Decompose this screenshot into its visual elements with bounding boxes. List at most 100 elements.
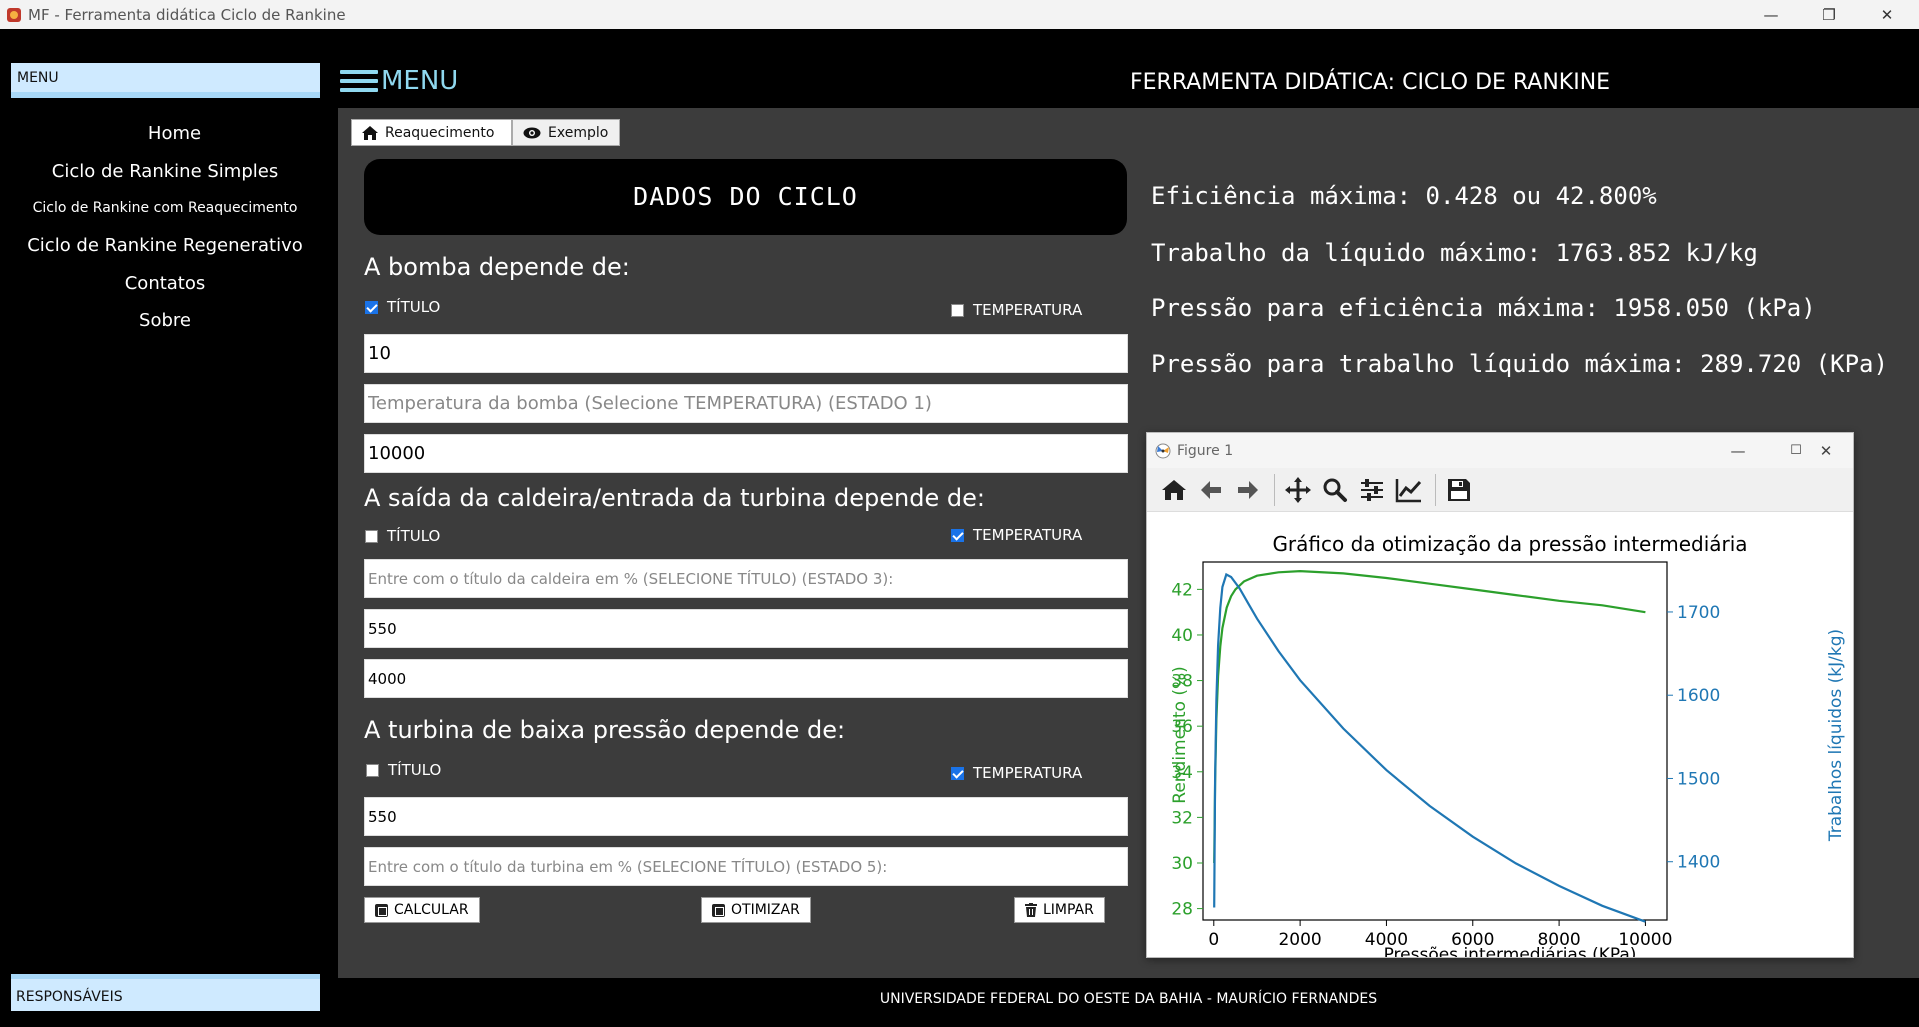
- home-icon[interactable]: [1157, 473, 1191, 507]
- tab-exemplo-label: Exemplo: [548, 124, 609, 141]
- tab-exemplo[interactable]: Exemplo: [512, 119, 620, 146]
- x-tick-label: 10000: [1618, 930, 1672, 950]
- x-tick-label: 4000: [1365, 930, 1408, 950]
- boiler-pressure-field[interactable]: [364, 659, 1128, 698]
- matplotlib-icon: [1155, 443, 1171, 458]
- hamburger-menu-icon[interactable]: [340, 70, 378, 94]
- maximize-button[interactable]: ❐: [1800, 0, 1858, 29]
- net-work-series-line: [1213, 572, 1646, 923]
- low-turbine-temperatura-label: TEMPERATURA: [973, 764, 1083, 782]
- calcular-button[interactable]: CALCULAR: [364, 897, 480, 923]
- pump-titulo-label: TÍTULO: [387, 298, 441, 316]
- back-arrow-icon[interactable]: [1194, 473, 1228, 507]
- zoom-icon[interactable]: [1318, 473, 1352, 507]
- y-tick-label-left: 36: [1171, 717, 1193, 737]
- low-turbine-temperatura-checkbox[interactable]: TEMPERATURA: [951, 764, 1082, 782]
- optimization-chart: Gráfico da otimização da pressão interme…: [1170, 532, 1846, 958]
- chart-xlabel: Pressões intermediárias (KPa): [1384, 945, 1637, 958]
- pump-temperatura-label: TEMPERATURA: [973, 301, 1083, 319]
- forward-arrow-icon[interactable]: [1231, 473, 1265, 507]
- edit-axis-icon[interactable]: [1392, 473, 1426, 507]
- y-tick-label-left: 34: [1171, 763, 1193, 783]
- sidebar-item-contatos[interactable]: Contatos: [0, 273, 330, 294]
- sidebar-item-rankine-simples[interactable]: Ciclo de Rankine Simples: [0, 161, 330, 182]
- menu-label[interactable]: MENU: [381, 66, 458, 96]
- result-pressure-max-efficiency: Pressão para eficiência máxima: 1958.050…: [1151, 294, 1816, 322]
- x-tick-label: 8000: [1537, 930, 1580, 950]
- pump-titulo-checkbox[interactable]: TÍTULO: [365, 298, 440, 316]
- sidebar-footer-responsaveis[interactable]: RESPONSÁVEIS: [11, 974, 320, 1011]
- tab-reaquecimento[interactable]: Reaquecimento: [351, 119, 512, 146]
- checkbox-checked-icon: [951, 766, 964, 780]
- y-tick-label-right: 1700: [1677, 603, 1720, 623]
- trash-icon: [1025, 903, 1037, 917]
- form-title: DADOS DO CICLO: [364, 159, 1127, 235]
- sidebar-item-home[interactable]: Home: [11, 123, 338, 144]
- y-tick-label-right: 1400: [1677, 853, 1720, 873]
- y-tick-label-left: 28: [1171, 900, 1193, 920]
- checkbox-unchecked-icon: [365, 529, 378, 543]
- low-turbine-titulo-input[interactable]: [368, 857, 1124, 876]
- app-icon: [7, 7, 21, 22]
- sidebar-item-rankine-reaquecimento[interactable]: Ciclo de Rankine com Reaquecimento: [0, 200, 330, 216]
- low-turbine-temperatura-input[interactable]: [368, 807, 1124, 826]
- sidebar-header: MENU: [11, 63, 320, 98]
- close-button[interactable]: ✕: [1858, 0, 1916, 29]
- pump-pressure-field[interactable]: [364, 434, 1128, 473]
- boiler-temperatura-input[interactable]: [368, 619, 1124, 638]
- page-title: FERRAMENTA DIDÁTICA: CICLO DE RANKINE: [1130, 70, 1611, 95]
- figure-close-button[interactable]: ✕: [1797, 433, 1853, 468]
- y-tick-label-right: 1600: [1677, 686, 1720, 706]
- pump-temperatura-checkbox[interactable]: TEMPERATURA: [951, 301, 1082, 319]
- pump-titulo-input[interactable]: [368, 343, 1124, 364]
- low-turbine-titulo-field[interactable]: [364, 847, 1128, 886]
- figure-titlebar: Figure 1 — ☐ ✕: [1147, 433, 1853, 468]
- otimizar-button-label: OTIMIZAR: [731, 902, 800, 918]
- tab-reaquecimento-label: Reaquecimento: [385, 124, 495, 141]
- pan-icon[interactable]: [1281, 473, 1315, 507]
- footer-credits: UNIVERSIDADE FEDERAL DO OESTE DA BAHIA -…: [338, 978, 1919, 1027]
- checkbox-checked-icon: [365, 300, 378, 314]
- calculator-icon: [375, 903, 388, 917]
- checkbox-unchecked-icon: [951, 303, 964, 317]
- result-pressure-max-work: Pressão para trabalho líquido máxima: 28…: [1151, 350, 1888, 378]
- boiler-titulo-field[interactable]: [364, 559, 1128, 598]
- boiler-titulo-checkbox[interactable]: TÍTULO: [365, 527, 440, 545]
- pump-section-label: A bomba depende de:: [364, 253, 630, 281]
- sidebar-item-sobre[interactable]: Sobre: [0, 310, 330, 331]
- pump-titulo-field[interactable]: [364, 334, 1128, 373]
- boiler-temperatura-checkbox[interactable]: TEMPERATURA: [951, 526, 1082, 544]
- figure-window: Figure 1 — ☐ ✕ Gráfico da otimização da …: [1146, 432, 1854, 958]
- result-max-efficiency: Eficiência máxima: 0.428 ou 42.800%: [1151, 182, 1657, 210]
- calculator-icon: [712, 903, 725, 917]
- otimizar-button[interactable]: OTIMIZAR: [701, 897, 811, 923]
- toolbar-divider: [1435, 473, 1436, 506]
- limpar-button[interactable]: LIMPAR: [1014, 897, 1105, 923]
- pump-pressure-input[interactable]: [368, 443, 1124, 464]
- figure-minimize-button[interactable]: —: [1709, 433, 1767, 468]
- boiler-titulo-input[interactable]: [368, 569, 1124, 588]
- boiler-pressure-input[interactable]: [368, 669, 1124, 688]
- home-icon: [362, 125, 378, 140]
- sidebar-item-rankine-regenerativo[interactable]: Ciclo de Rankine Regenerativo: [0, 235, 330, 256]
- low-turbine-temperatura-field[interactable]: [364, 797, 1128, 836]
- pump-temperatura-input[interactable]: [368, 393, 1124, 414]
- y-tick-label-left: 32: [1171, 808, 1193, 828]
- pump-temperatura-field[interactable]: [364, 384, 1128, 423]
- configure-subplots-icon[interactable]: [1355, 473, 1389, 507]
- efficiency-series-line: [1213, 569, 1646, 864]
- plot-frame: [1202, 561, 1668, 921]
- y-tick-label-left: 30: [1171, 854, 1193, 874]
- low-turbine-titulo-checkbox[interactable]: TÍTULO: [366, 761, 441, 779]
- minimize-button[interactable]: —: [1742, 0, 1800, 29]
- low-turbine-section-label: A turbina de baixa pressão depende de:: [364, 716, 846, 744]
- checkbox-unchecked-icon: [366, 763, 379, 777]
- figure-toolbar: [1147, 468, 1853, 512]
- boiler-temperatura-field[interactable]: [364, 609, 1128, 648]
- limpar-button-label: LIMPAR: [1043, 902, 1094, 918]
- result-max-net-work: Trabalho da líquido máximo: 1763.852 kJ/…: [1151, 239, 1758, 267]
- save-icon[interactable]: [1442, 473, 1476, 507]
- eye-icon: [523, 127, 541, 138]
- figure-title: Figure 1: [1177, 442, 1234, 459]
- chart-ylabel-right: Trabalhos líquidos (kJ/kg): [1826, 629, 1846, 842]
